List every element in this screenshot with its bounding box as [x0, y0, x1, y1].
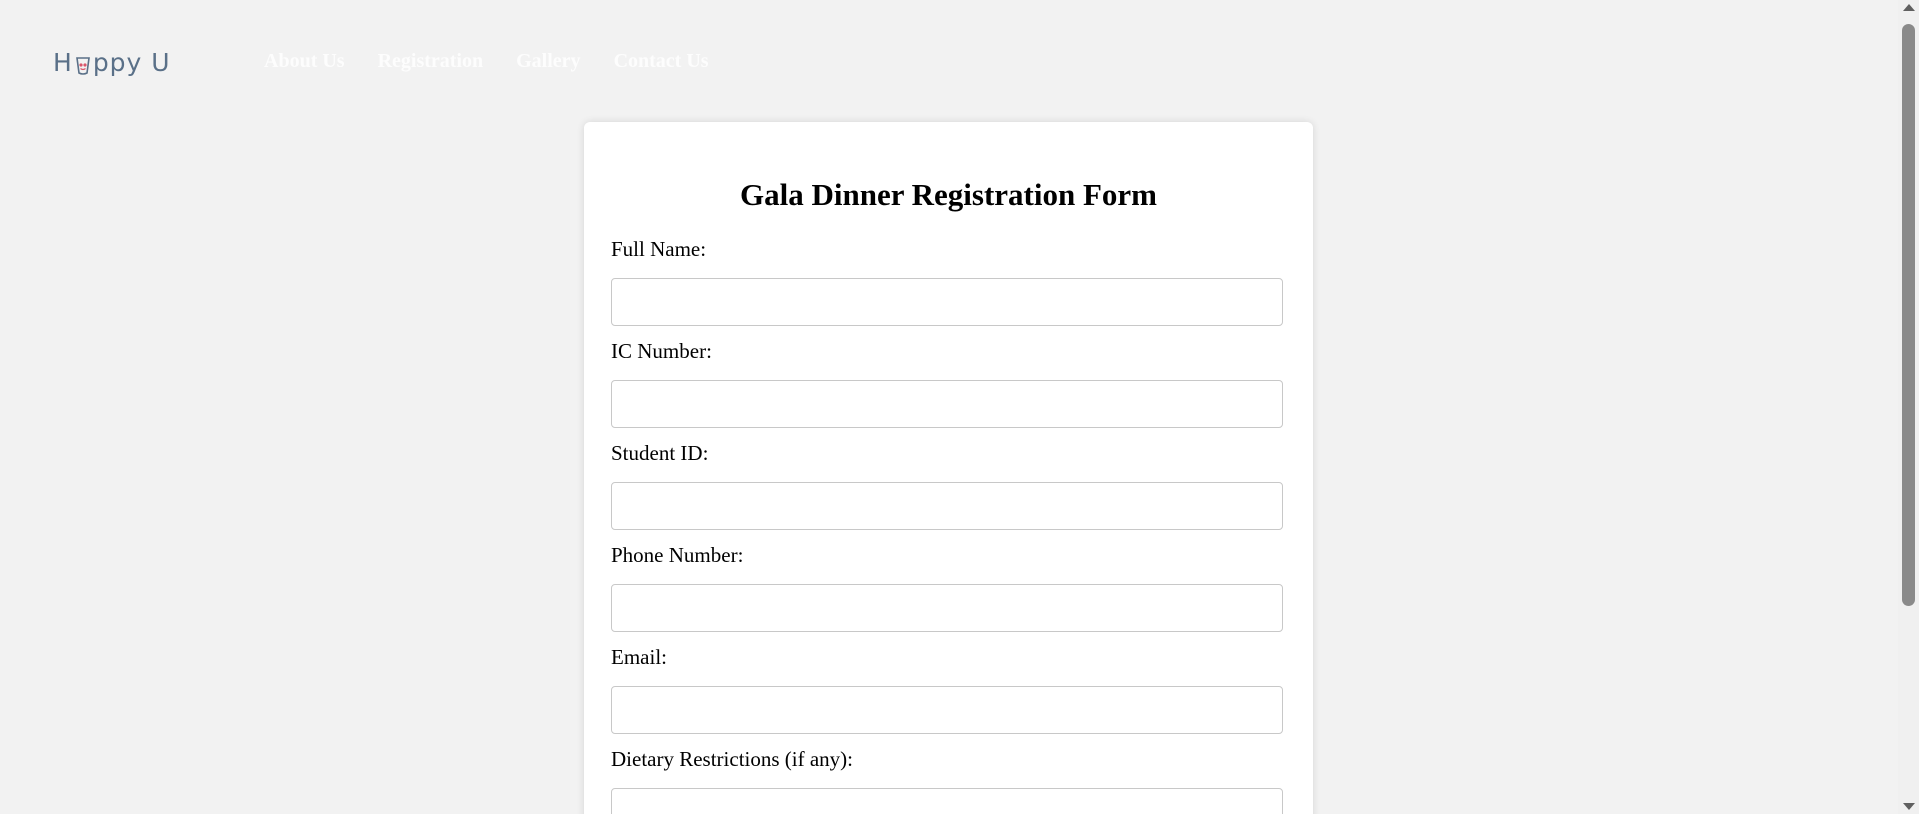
student-id-input[interactable] [611, 482, 1283, 530]
phone-number-input[interactable] [611, 584, 1283, 632]
cup-icon [74, 53, 92, 75]
email-input[interactable] [611, 686, 1283, 734]
vertical-scrollbar[interactable] [1898, 0, 1919, 814]
ic-number-input[interactable] [611, 380, 1283, 428]
dietary-restrictions-label: Dietary Restrictions (if any): [611, 747, 854, 771]
main-nav: About Us Registration Gallery Contact Us [264, 50, 709, 73]
full-name-input[interactable] [611, 278, 1283, 326]
nav-link-registration[interactable]: Registration [378, 50, 484, 73]
phone-number-label: Phone Number: [611, 543, 744, 567]
student-id-label: Student ID: [611, 441, 709, 465]
registration-form-card: Gala Dinner Registration Form Full Name:… [584, 122, 1313, 814]
page: H ppy U About Us Registration Gallery Co… [0, 0, 1919, 814]
full-name-label: Full Name: [611, 237, 707, 261]
form-title: Gala Dinner Registration Form [739, 177, 1158, 212]
email-label: Email: [611, 645, 667, 669]
ic-number-label: IC Number: [611, 339, 712, 363]
nav-link-contact-us[interactable]: Contact Us [614, 50, 709, 73]
nav-link-gallery[interactable]: Gallery [516, 50, 580, 73]
site-header: H ppy U About Us Registration Gallery Co… [0, 0, 1898, 120]
logo-text-left: H [53, 48, 73, 77]
site-logo[interactable]: H ppy U [53, 48, 171, 77]
logo-text-right: ppy U [92, 48, 171, 77]
triangle-down-icon[interactable] [1903, 803, 1915, 810]
dietary-restrictions-input[interactable] [611, 788, 1283, 814]
nav-link-about-us[interactable]: About Us [264, 50, 345, 73]
triangle-up-icon[interactable] [1903, 4, 1915, 11]
scrollbar-thumb[interactable] [1902, 24, 1915, 606]
